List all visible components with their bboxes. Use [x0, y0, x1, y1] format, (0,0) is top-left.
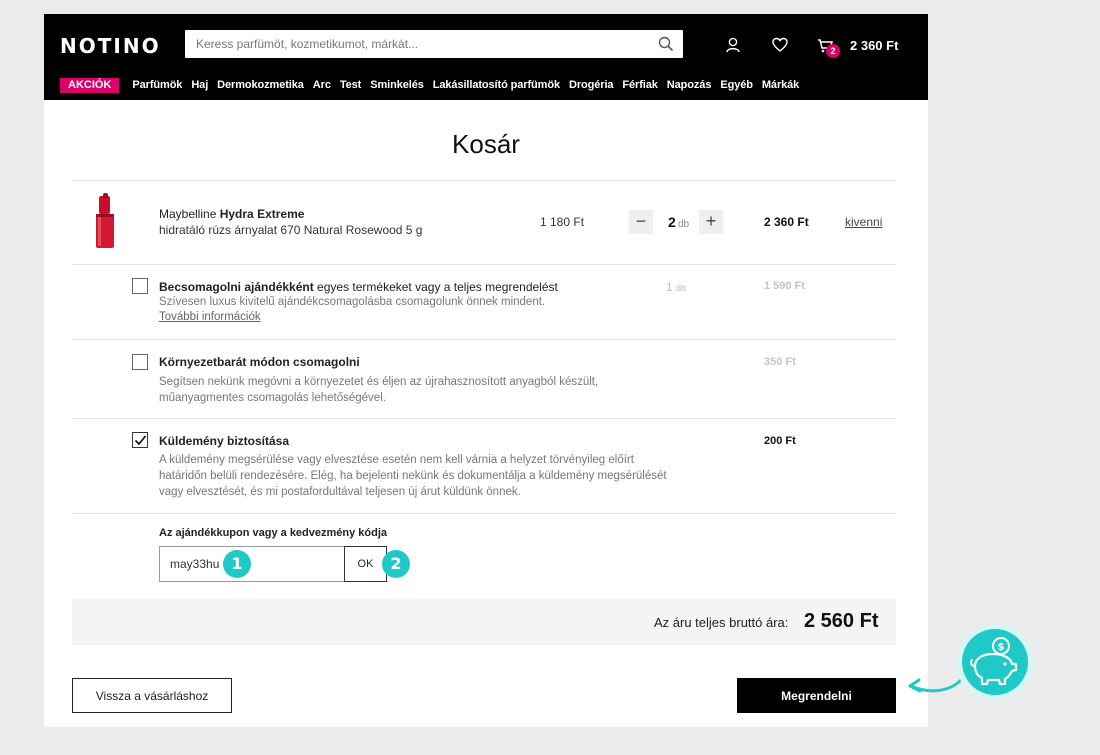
gift-wrap-checkbox[interactable]: [132, 278, 148, 294]
quantity-decrease-button[interactable]: −: [629, 210, 653, 234]
divider: [72, 264, 896, 265]
user-icon[interactable]: [724, 36, 742, 54]
product-name[interactable]: Maybelline Hydra Extreme: [159, 207, 304, 221]
product-total-price: 2 360 Ft: [764, 215, 809, 229]
product-unit-price: 1 180 Ft: [540, 215, 585, 229]
nav-item[interactable]: Parfümök: [132, 79, 182, 91]
divider: [72, 339, 896, 340]
insurance-text: A küldemény megsérülése vagy elvesztése …: [159, 454, 667, 498]
page-title: Kosár: [452, 129, 520, 159]
insurance-price: 200 Ft: [764, 435, 796, 447]
product-brand: Maybelline: [159, 207, 217, 221]
eco-packaging-text: Segítsen nekünk megóvni a környezetet és…: [159, 376, 599, 404]
cart-count-badge: 2: [826, 44, 840, 58]
search-icon[interactable]: [658, 36, 674, 52]
nav-item[interactable]: Márkák: [762, 79, 799, 91]
step-marker-2: 2: [382, 550, 410, 578]
piggy-bank-icon: $: [956, 623, 1034, 701]
quantity-unit: db: [678, 219, 690, 230]
search-input[interactable]: [185, 30, 655, 58]
quantity-value: 2: [668, 214, 676, 230]
nav-item[interactable]: Drogéria: [569, 79, 614, 91]
nav-item-promo[interactable]: AKCIÓK: [60, 77, 120, 93]
page-frame: NOTINO 2 2 360 Ft AKCIÓK Parfümök Haj D: [44, 14, 928, 727]
back-to-shopping-button[interactable]: Vissza a vásárláshoz: [72, 678, 232, 713]
place-order-button[interactable]: Megrendelni: [737, 678, 896, 713]
gift-wrap-text: Szívesen luxus kivitelű ajándékcsomagolá…: [159, 296, 546, 308]
nav-item[interactable]: Haj: [191, 79, 208, 91]
cart-total-header[interactable]: 2 360 Ft: [850, 38, 898, 53]
more-info-link[interactable]: További információk: [159, 311, 261, 323]
search-bar: [185, 30, 683, 58]
insurance-checkbox[interactable]: [132, 432, 148, 448]
nav-item[interactable]: Test: [340, 79, 362, 91]
product-description: hidratáló rúzs árnyalat 670 Natural Rose…: [159, 223, 423, 237]
main-nav: AKCIÓK Parfümök Haj Dermokozmetika Arc T…: [60, 77, 808, 93]
gift-wrap-quantity: 1 db: [666, 280, 687, 294]
nav-item[interactable]: Férfiak: [622, 79, 657, 91]
eco-packaging-title: Környezetbarát módon csomagolni: [159, 355, 360, 369]
insurance-title: Küldemény biztosítása: [159, 434, 290, 448]
divider: [72, 180, 896, 181]
nav-item[interactable]: Napozás: [667, 79, 712, 91]
gift-wrap-price: 1 590 Ft: [764, 280, 805, 292]
total-label: Az áru teljes bruttó ára:: [654, 615, 789, 630]
checkmark-icon: [134, 435, 147, 446]
site-header: NOTINO 2 2 360 Ft AKCIÓK Parfümök Haj D: [44, 14, 928, 100]
nav-item[interactable]: Arc: [313, 79, 331, 91]
total-bar: Az áru teljes bruttó ára: 2 560 Ft: [72, 599, 896, 645]
eco-packaging-checkbox[interactable]: [132, 354, 148, 370]
svg-text:$: $: [998, 642, 1005, 653]
nav-item[interactable]: Lakásillatosító parfümök: [433, 79, 560, 91]
gift-wrap-title: Becsomagolni ajándékként egyes termékeke…: [159, 280, 558, 294]
lipstick-product-image[interactable]: [90, 192, 120, 250]
heart-icon[interactable]: [771, 36, 789, 54]
coupon-input[interactable]: [159, 546, 345, 582]
eco-packaging-price: 350 Ft: [764, 356, 796, 368]
coupon-ok-button[interactable]: OK: [344, 546, 387, 582]
remove-item-link[interactable]: kivenni: [845, 215, 882, 229]
nav-item[interactable]: Dermokozmetika: [217, 79, 304, 91]
product-title: Hydra Extreme: [219, 207, 305, 221]
nav-item[interactable]: Egyéb: [720, 79, 753, 91]
divider: [72, 513, 896, 514]
nav-item[interactable]: Sminkelés: [370, 79, 424, 91]
total-price: 2 560 Ft: [804, 610, 879, 632]
quantity-increase-button[interactable]: +: [699, 210, 723, 234]
step-marker-1: 1: [223, 550, 251, 578]
coupon-label: Az ajándékkupon vagy a kedvezmény kódja: [159, 527, 388, 539]
divider: [72, 418, 896, 419]
notino-logo[interactable]: NOTINO: [60, 34, 161, 58]
